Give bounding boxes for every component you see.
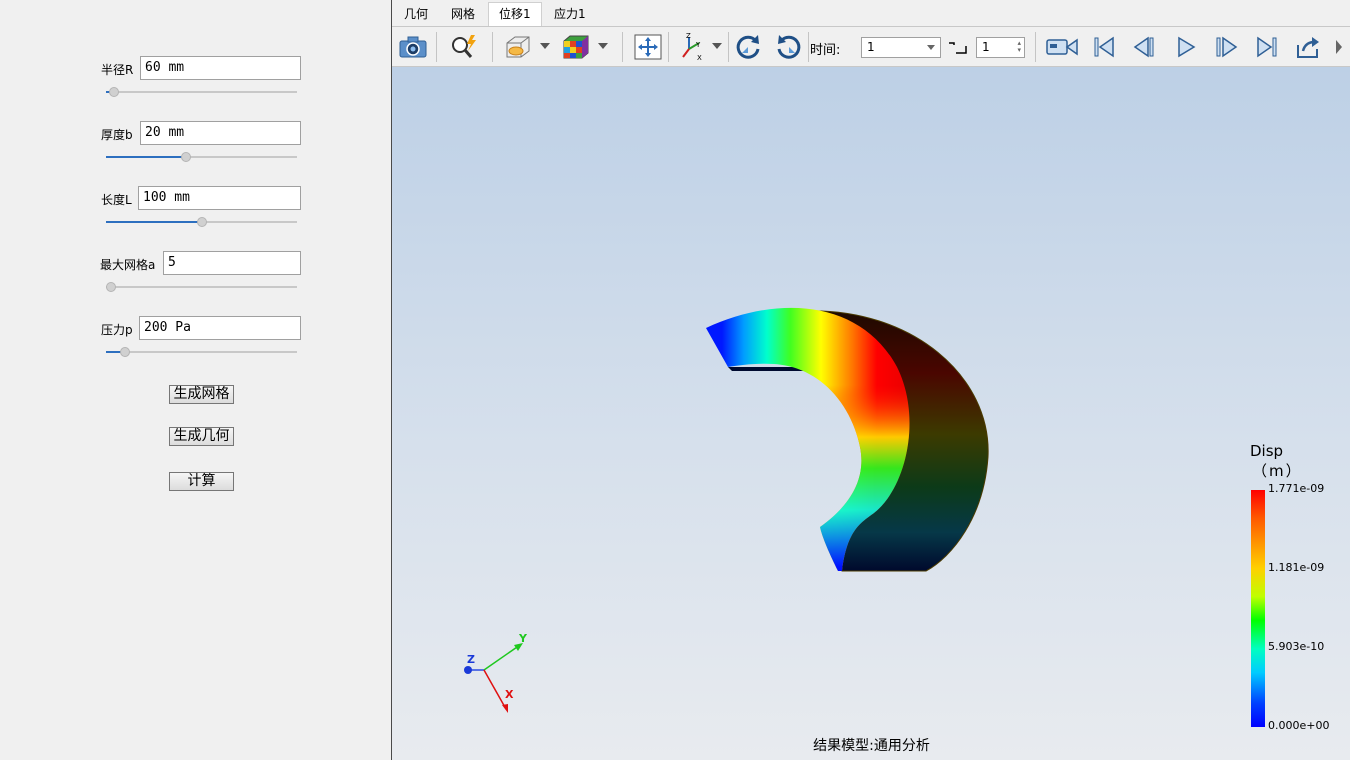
max-mesh-input[interactable]: 5 xyxy=(163,251,301,275)
slider-thumb xyxy=(120,347,131,357)
time-value: 1 xyxy=(867,40,875,54)
length-label: 长度L xyxy=(101,193,132,207)
axis-y-label: Y xyxy=(519,632,527,645)
compute-button[interactable]: 计算 xyxy=(169,472,234,491)
color-cube-icon[interactable] xyxy=(560,32,592,62)
result-model xyxy=(464,307,989,713)
radius-label: 半径R xyxy=(101,63,134,77)
legend-tick-2: 1.181e-09 xyxy=(1268,561,1325,574)
parameter-panel: 半径R 60 mm 厚度b 20 mm 长度L 100 mm 最大网格a 5 压… xyxy=(0,0,391,760)
slider-fill xyxy=(106,221,202,223)
prev-frame-icon[interactable] xyxy=(1129,32,1161,62)
result-area: 几何 网格 位移1 应力1 Z Y X 时间: 1 1 ▴ ▾ Z Y X Di… xyxy=(391,0,1350,760)
view-dropdown-chevron-icon[interactable] xyxy=(540,43,550,49)
view-cube-icon[interactable] xyxy=(502,32,534,62)
generate-mesh-button[interactable]: 生成网格 xyxy=(169,385,234,404)
toolbar: Z Y X 时间: 1 1 ▴ ▾ xyxy=(392,26,1350,67)
step-value: 1 xyxy=(982,40,990,54)
time-label: 时间: xyxy=(810,43,841,58)
axis-z-label: Z xyxy=(467,653,475,666)
3d-viewport[interactable]: Z Y X Disp （m） 1.771e-09 1.181e-09 5.903… xyxy=(392,67,1350,760)
tab-bar: 几何 网格 位移1 应力1 xyxy=(392,0,1350,27)
length-input[interactable]: 100 mm xyxy=(138,186,301,210)
axes-dropdown-chevron-icon[interactable] xyxy=(712,43,722,49)
legend-tick-3: 5.903e-10 xyxy=(1268,640,1325,653)
camera-icon[interactable] xyxy=(397,32,429,62)
pressure-label: 压力p xyxy=(101,323,133,337)
time-select[interactable]: 1 xyxy=(861,37,941,58)
export-icon[interactable] xyxy=(1292,32,1324,62)
tab-mesh[interactable]: 网格 xyxy=(441,3,485,26)
pressure-input[interactable]: 200 Pa xyxy=(139,316,301,340)
pressure-slider[interactable] xyxy=(106,347,297,357)
slider-thumb xyxy=(196,217,207,227)
axis-x-label: X xyxy=(505,688,514,701)
thickness-slider[interactable] xyxy=(106,152,297,162)
last-frame-icon[interactable] xyxy=(1251,32,1283,62)
overflow-chevron-icon[interactable] xyxy=(1329,32,1349,62)
tab-geometry[interactable]: 几何 xyxy=(394,3,438,26)
slider-fill xyxy=(106,156,187,158)
max-mesh-label: 最大网格a xyxy=(100,258,156,272)
legend-color-bar xyxy=(1251,490,1265,727)
slider-thumb xyxy=(108,87,119,97)
play-icon[interactable] xyxy=(1170,32,1202,62)
tab-displacement[interactable]: 位移1 xyxy=(488,2,542,27)
slider-thumb xyxy=(181,152,192,162)
max-mesh-slider[interactable] xyxy=(106,282,297,292)
result-model-label: 结果模型:通用分析 xyxy=(813,738,930,754)
thickness-label: 厚度b xyxy=(101,128,133,142)
legend-tick-max: 1.771e-09 xyxy=(1268,482,1325,495)
thickness-input[interactable]: 20 mm xyxy=(140,121,301,145)
rotate-ccw-icon[interactable] xyxy=(732,32,764,62)
radius-slider[interactable] xyxy=(106,87,297,97)
record-icon[interactable] xyxy=(1044,32,1080,62)
axes-icon[interactable]: Z Y X xyxy=(676,32,708,62)
svg-text:Z: Z xyxy=(686,33,691,40)
color-dropdown-chevron-icon[interactable] xyxy=(598,43,608,49)
zoom-icon[interactable] xyxy=(448,32,480,62)
svg-text:X: X xyxy=(697,54,702,61)
generate-geometry-button[interactable]: 生成几何 xyxy=(169,427,234,446)
rotate-cw-icon[interactable] xyxy=(773,32,805,62)
spin-arrows-icon[interactable]: ▴ ▾ xyxy=(1017,40,1021,54)
fit-view-icon[interactable] xyxy=(632,32,664,62)
first-frame-icon[interactable] xyxy=(1088,32,1120,62)
legend-tick-min: 0.000e+00 xyxy=(1268,719,1330,732)
radius-input[interactable]: 60 mm xyxy=(140,56,301,80)
step-icon xyxy=(948,41,968,58)
svg-text:Y: Y xyxy=(695,41,701,49)
chevron-down-icon xyxy=(927,45,935,50)
next-frame-icon[interactable] xyxy=(1210,32,1242,62)
step-spinbox[interactable]: 1 ▴ ▾ xyxy=(976,37,1025,58)
length-slider[interactable] xyxy=(106,217,297,227)
slider-thumb xyxy=(106,282,116,292)
tab-stress[interactable]: 应力1 xyxy=(544,3,596,26)
legend-title: Disp xyxy=(1250,442,1284,460)
legend-unit: （m） xyxy=(1252,462,1303,480)
